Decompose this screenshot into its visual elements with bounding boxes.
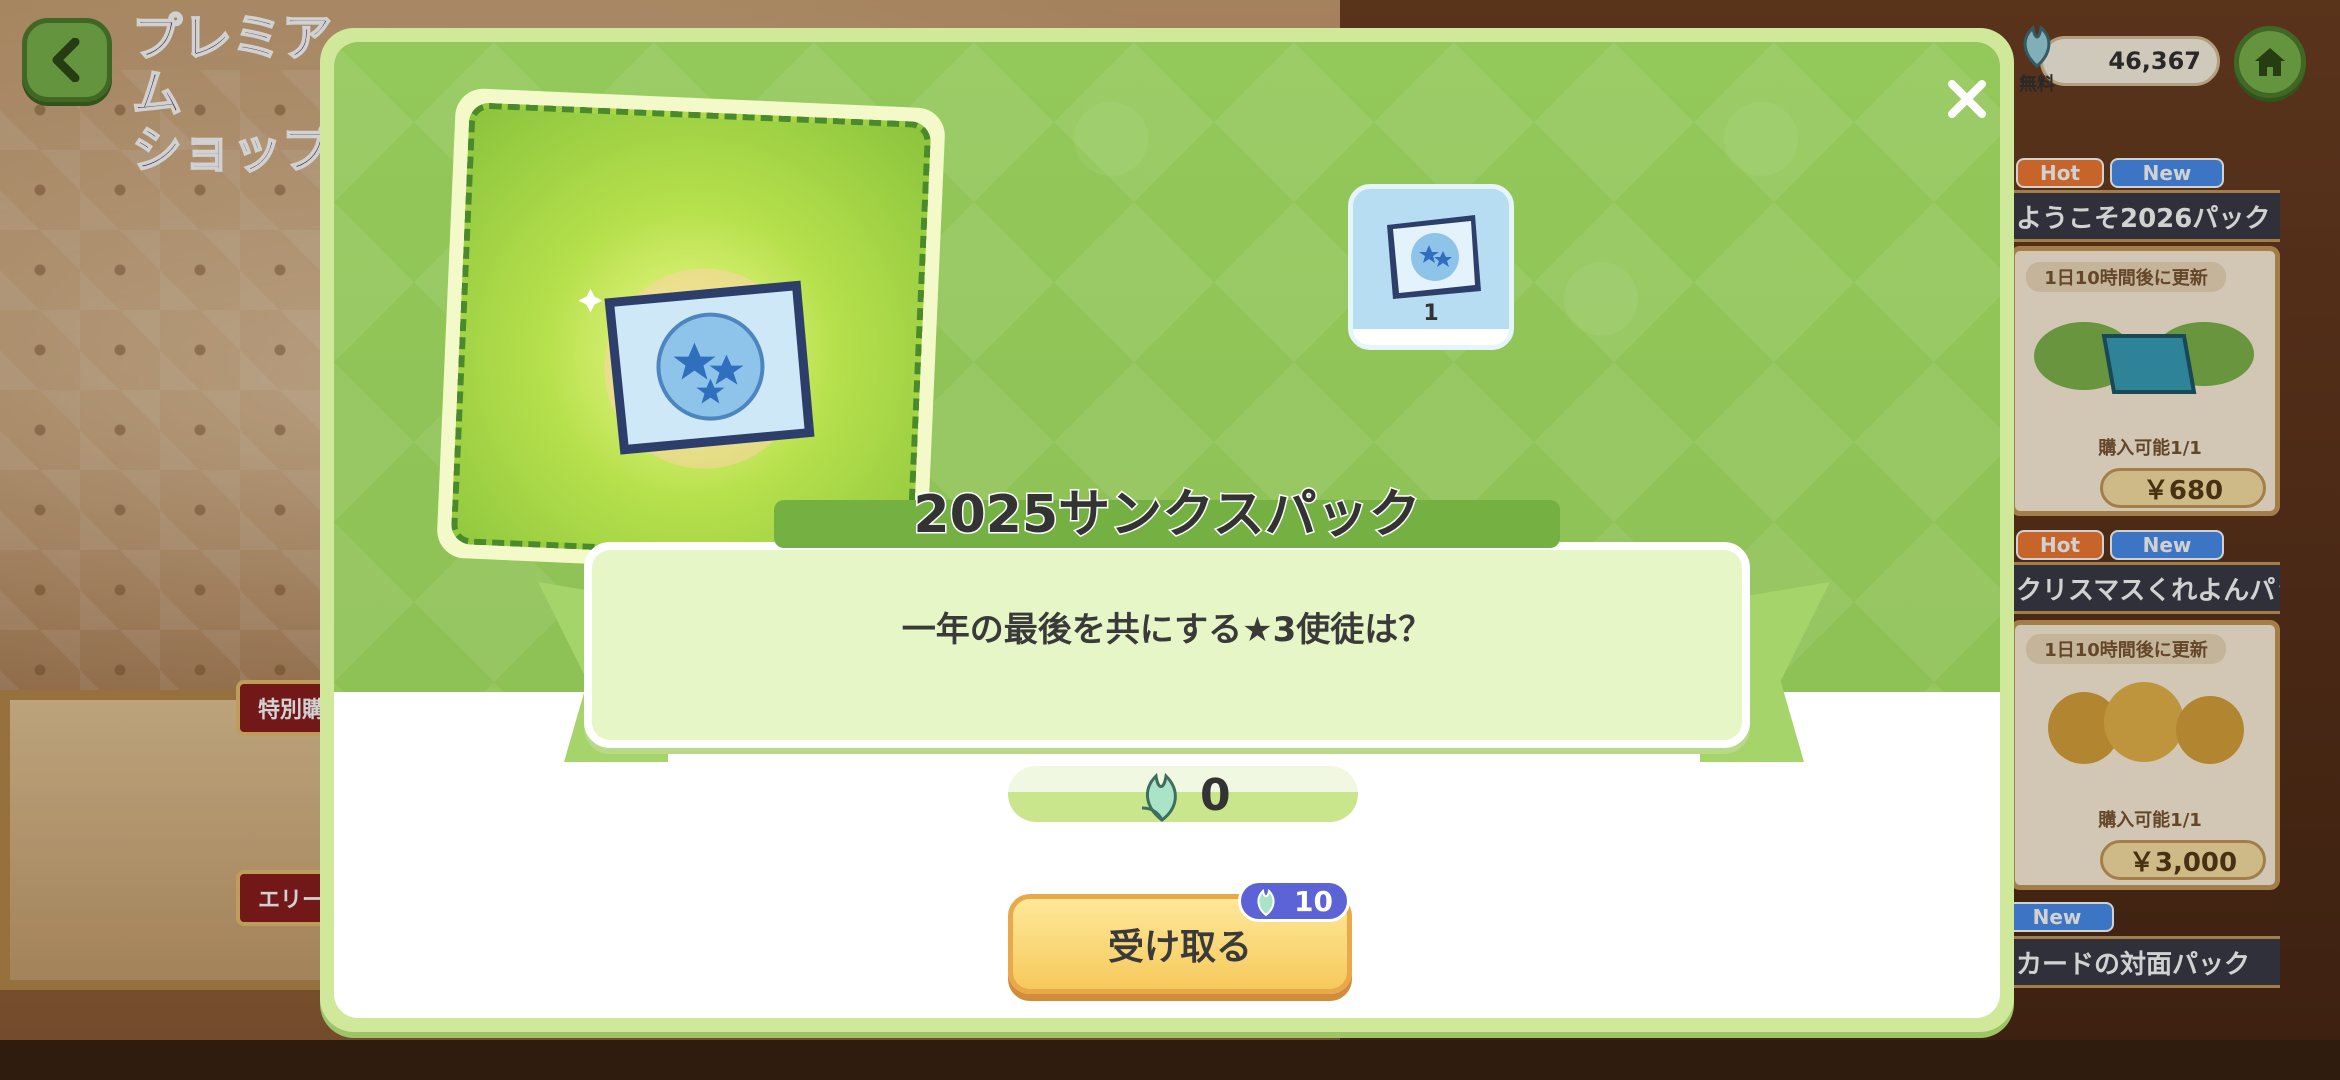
owned-gem-display: 0 xyxy=(1008,766,1358,822)
star-ticket-icon xyxy=(1387,215,1481,299)
pack-title: 2025サンクスパック xyxy=(912,484,1422,547)
pack-detail-modal: 1 2025サンクスパック 一年の最後を共にする★3使徒は？ 0 受け取る 10 xyxy=(320,28,2014,1032)
close-icon xyxy=(1948,80,1986,118)
pack-subtitle: 一年の最後を共にする★3使徒は？ xyxy=(901,610,1433,650)
leaf-gem-icon xyxy=(1257,888,1275,917)
receive-cost-value: 10 xyxy=(1294,884,1333,918)
leaf-motif xyxy=(1564,262,1638,336)
leaf-motif xyxy=(1724,102,1798,176)
star-ticket-icon xyxy=(578,268,815,469)
item-quantity: 1 xyxy=(1423,301,1439,326)
close-button[interactable] xyxy=(1932,64,2000,134)
leaf-motif xyxy=(1074,102,1148,176)
modal-body: 1 2025サンクスパック 一年の最後を共にする★3使徒は？ 0 受け取る 10 xyxy=(334,42,2000,1018)
owned-gem-count: 0 xyxy=(1200,770,1231,821)
leaf-gem-icon xyxy=(1141,772,1177,822)
receive-cost-badge: 10 xyxy=(1238,880,1350,922)
pack-content-item[interactable]: 1 xyxy=(1348,184,1514,350)
